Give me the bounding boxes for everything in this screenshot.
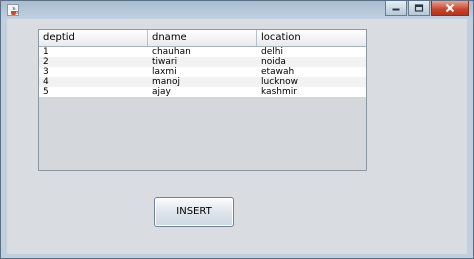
cell-location[interactable]: noida bbox=[257, 57, 366, 67]
insert-button[interactable]: INSERT bbox=[154, 197, 234, 227]
title-bar[interactable] bbox=[1, 1, 473, 19]
maximize-button[interactable] bbox=[408, 1, 430, 16]
cell-deptid[interactable]: 2 bbox=[39, 57, 148, 67]
cell-location[interactable]: kashmir bbox=[257, 87, 366, 97]
cell-location[interactable]: delhi bbox=[257, 47, 366, 57]
cell-deptid[interactable]: 3 bbox=[39, 67, 148, 77]
cell-dname[interactable]: chauhan bbox=[148, 47, 257, 57]
cell-location[interactable]: etawah bbox=[257, 67, 366, 77]
cell-location[interactable]: lucknow bbox=[257, 77, 366, 87]
java-cup-icon[interactable] bbox=[7, 4, 19, 16]
column-header-deptid[interactable]: deptid bbox=[39, 30, 148, 46]
table-row[interactable]: 1 chauhan delhi bbox=[39, 47, 366, 57]
cell-dname[interactable]: tiwari bbox=[148, 57, 257, 67]
window-title bbox=[41, 3, 381, 17]
column-header-location[interactable]: location bbox=[257, 30, 366, 46]
table-row[interactable]: 2 tiwari noida bbox=[39, 57, 366, 67]
cell-dname[interactable]: laxmi bbox=[148, 67, 257, 77]
table-row[interactable]: 3 laxmi etawah bbox=[39, 67, 366, 77]
cell-dname[interactable]: ajay bbox=[148, 87, 257, 97]
minimize-button[interactable] bbox=[385, 1, 407, 16]
content-pane: deptid dname location 1 chauhan delhi 2 … bbox=[7, 19, 467, 254]
table-scroll-pane[interactable]: deptid dname location 1 chauhan delhi 2 … bbox=[38, 29, 367, 171]
close-icon bbox=[445, 3, 455, 13]
window-controls bbox=[384, 1, 469, 19]
table-row[interactable]: 4 manoj lucknow bbox=[39, 77, 366, 87]
minimize-icon bbox=[392, 8, 400, 11]
cell-deptid[interactable]: 4 bbox=[39, 77, 148, 87]
column-header-dname[interactable]: dname bbox=[148, 30, 257, 46]
close-button[interactable] bbox=[431, 1, 469, 16]
table-header: deptid dname location bbox=[39, 30, 366, 47]
maximize-icon bbox=[414, 4, 424, 12]
cell-deptid[interactable]: 5 bbox=[39, 87, 148, 97]
table-row[interactable]: 5 ajay kashmir bbox=[39, 87, 366, 97]
cell-deptid[interactable]: 1 bbox=[39, 47, 148, 57]
table-body: 1 chauhan delhi 2 tiwari noida 3 laxmi e… bbox=[39, 47, 366, 97]
cell-dname[interactable]: manoj bbox=[148, 77, 257, 87]
app-window: deptid dname location 1 chauhan delhi 2 … bbox=[0, 0, 474, 259]
